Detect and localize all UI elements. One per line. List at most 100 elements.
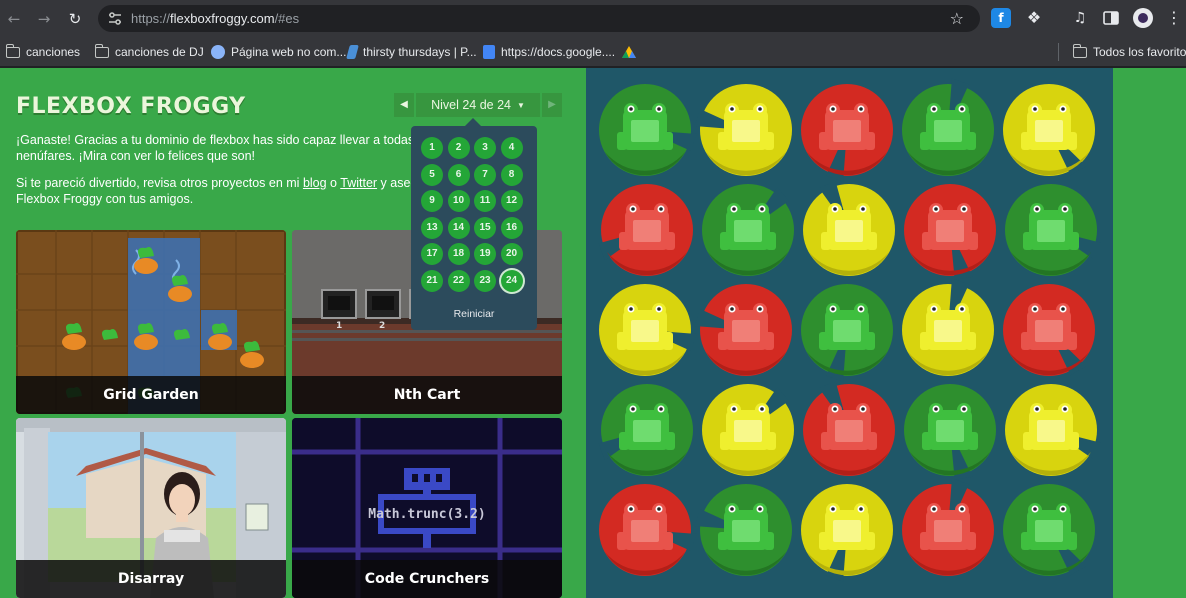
next-level-button[interactable]: ▶ [542,93,562,117]
level-button-13[interactable]: 13 [421,216,443,239]
level-button-20[interactable]: 20 [500,243,523,265]
all-bookmarks-label: Todos los favoritos [1093,45,1186,59]
level-button-23[interactable]: 23 [474,269,496,292]
bookmark-canciones-dj[interactable]: canciones de DJ [94,43,204,61]
level-button-18[interactable]: 18 [447,243,470,265]
level-label: Nivel 24 de 24 [431,98,511,112]
level-button-16[interactable]: 16 [500,216,523,239]
frog-yellow [920,303,976,350]
level-button-12[interactable]: 12 [500,190,523,212]
frog-green [619,403,675,450]
extension-icon[interactable]: f [991,8,1011,28]
folder-icon [5,43,20,58]
frog-red [619,203,675,250]
bookmarks-separator [1058,43,1059,61]
frog-green [718,503,774,550]
level-navigator: ◀ Nivel 24 de 24 ▼ ▶ [394,93,562,117]
code-snippet: Math.trunc(3.2) [368,507,485,522]
bookmark-label: Página web no com... [231,45,347,59]
frog-red [1021,303,1077,350]
level-button-24[interactable]: 24 [500,269,523,292]
frog-red [617,503,673,550]
frog-green [920,103,976,150]
address-bar[interactable]: https://flexboxfroggy.com/#es ☆ [98,5,980,32]
frog-green [720,203,776,250]
level-button-21[interactable]: 21 [421,269,443,292]
profile-avatar[interactable] [1133,8,1153,28]
level-button-9[interactable]: 9 [421,190,443,212]
bookmark-star-icon[interactable]: ☆ [950,9,964,28]
bookmark-thirsty-thursdays[interactable]: thirsty thursdays | P... [346,43,477,61]
level-button-19[interactable]: 19 [474,243,496,265]
level-button-10[interactable]: 10 [447,190,470,212]
browser-toolbar: ← → ↻ https://flexboxfroggy.com/#es ☆ f … [0,0,1186,37]
cart-number: 1 [336,321,342,331]
media-control-icon[interactable]: ♫ [1070,8,1090,28]
frog-green [1023,203,1079,250]
level-button-5[interactable]: 5 [421,163,443,186]
level-button-2[interactable]: 2 [447,137,470,159]
url-text[interactable]: https://flexboxfroggy.com/#es [131,11,299,26]
share-text: Si te pareció divertido, revisa otros pr… [16,176,303,190]
level-grid: 1 2 3 4 5 6 7 8 9 10 11 12 13 14 15 16 17 18 19 20 21 22 23 24 [421,137,527,292]
sidebar: FLEXBOX FROGGY ◀ Nivel 24 de 24 ▼ ▶ ¡Gana… [0,68,586,598]
frog-yellow [821,203,877,250]
back-icon[interactable]: ← [4,9,24,29]
frog-green [922,403,978,450]
level-button-15[interactable]: 15 [474,216,496,239]
cart-number: 2 [379,321,385,331]
card-title: Grid Garden [16,376,286,414]
reset-button[interactable]: Reiniciar [411,308,537,320]
bookmark-docs-google[interactable]: https://docs.google.... [483,43,615,61]
bookmark-label: canciones [26,45,81,59]
blog-link[interactable]: blog [303,176,327,190]
level-button-7[interactable]: 7 [474,163,496,186]
level-button-17[interactable]: 17 [421,243,443,265]
caret-down-icon: ▼ [517,100,525,110]
level-button-22[interactable]: 22 [447,269,470,292]
card-title: Nth Cart [292,376,562,414]
code-crunchers-card[interactable]: Math.trunc(3.2) Code Crunchers [292,418,562,598]
level-button-11[interactable]: 11 [474,190,496,212]
bookmark-label: canciones de DJ [115,45,204,59]
bookmark-canciones[interactable]: canciones [5,43,81,61]
forward-icon[interactable]: → [34,9,54,29]
level-button-4[interactable]: 4 [500,137,523,159]
frog-green [1021,503,1077,550]
globe-icon [211,45,225,59]
frog-yellow [617,303,673,350]
frog-red [920,503,976,550]
reload-icon[interactable]: ↻ [65,9,85,29]
card-title: Code Crunchers [292,560,562,598]
frog-yellow [1021,103,1077,150]
level-button-8[interactable]: 8 [500,163,523,186]
bookmark-google-drive[interactable] [622,43,636,61]
level-button-6[interactable]: 6 [447,163,470,186]
folder-icon [94,43,109,58]
all-bookmarks-button[interactable]: Todos los favoritos [1072,43,1186,61]
bookmark-pagina-web[interactable]: Página web no com... [211,43,346,61]
kebab-menu-icon[interactable]: ⋮ [1164,8,1184,28]
card-title: Disarray [16,560,286,598]
level-button-3[interactable]: 3 [474,137,496,159]
level-button-14[interactable]: 14 [447,216,470,239]
frog-red [821,403,877,450]
page-logo: FLEXBOX FROGGY [16,94,246,119]
share-text: o [326,176,341,190]
level-indicator[interactable]: Nivel 24 de 24 ▼ [416,93,540,117]
frog-red [819,103,875,150]
frog-red [718,303,774,350]
grid-garden-card[interactable]: Grid Garden [16,230,286,414]
frog-yellow [1023,403,1079,450]
twitter-link[interactable]: Twitter [340,176,377,190]
previous-level-button[interactable]: ◀ [394,93,414,117]
frog-yellow [720,403,776,450]
level-selector-popup: 1 2 3 4 5 6 7 8 9 10 11 12 13 14 15 16 17 18 19 20 21 22 23 24 … [411,118,537,330]
side-panel-icon[interactable] [1101,8,1121,28]
level-button-1[interactable]: 1 [421,137,443,159]
pond-board [586,68,1113,598]
disarray-card[interactable]: Disarray [16,418,286,598]
site-settings-icon[interactable] [108,12,122,25]
bookmark-label: thirsty thursdays | P... [363,45,477,59]
extensions-puzzle-icon[interactable]: ❖ [1024,8,1044,28]
